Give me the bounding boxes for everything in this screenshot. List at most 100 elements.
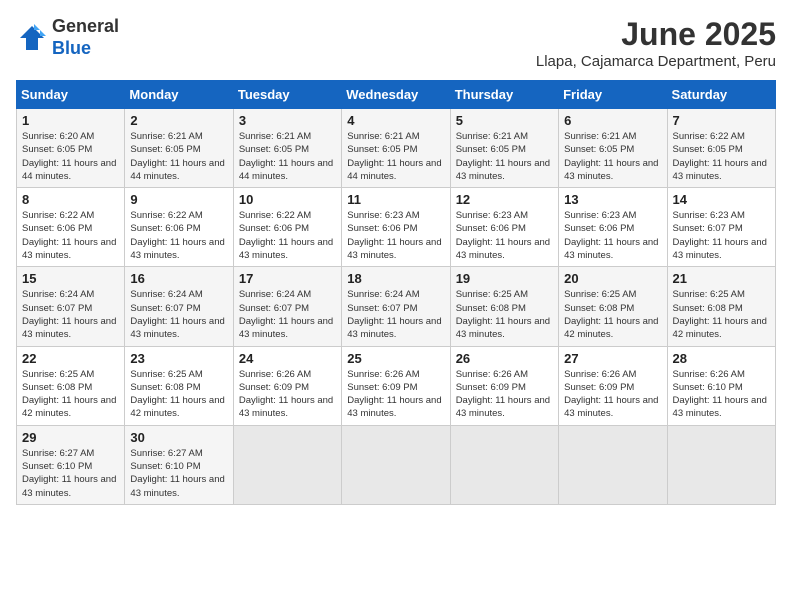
day-info: Sunrise: 6:26 AMSunset: 6:10 PMDaylight:… xyxy=(673,368,770,421)
day-info: Sunrise: 6:21 AMSunset: 6:05 PMDaylight:… xyxy=(456,130,553,183)
day-number: 13 xyxy=(564,192,661,207)
calendar-cell: 26 Sunrise: 6:26 AMSunset: 6:09 PMDayligh… xyxy=(450,346,558,425)
day-info: Sunrise: 6:24 AMSunset: 6:07 PMDaylight:… xyxy=(130,288,227,341)
day-info: Sunrise: 6:21 AMSunset: 6:05 PMDaylight:… xyxy=(130,130,227,183)
logo-blue: Blue xyxy=(52,38,91,58)
title-area: June 2025 Llapa, Cajamarca Department, P… xyxy=(536,16,776,70)
day-number: 18 xyxy=(347,271,444,286)
day-info: Sunrise: 6:25 AMSunset: 6:08 PMDaylight:… xyxy=(456,288,553,341)
calendar-cell: 29 Sunrise: 6:27 AMSunset: 6:10 PMDayligh… xyxy=(17,425,125,504)
calendar-cell xyxy=(342,425,450,504)
day-info: Sunrise: 6:22 AMSunset: 6:06 PMDaylight:… xyxy=(239,209,336,262)
calendar-cell: 13 Sunrise: 6:23 AMSunset: 6:06 PMDayligh… xyxy=(559,188,667,267)
logo: General Blue xyxy=(16,16,119,59)
day-info: Sunrise: 6:21 AMSunset: 6:05 PMDaylight:… xyxy=(239,130,336,183)
calendar-cell: 22Sunrise: 6:25 AMSunset: 6:08 PMDayligh… xyxy=(17,346,125,425)
calendar-cell: 17 Sunrise: 6:24 AMSunset: 6:07 PMDayligh… xyxy=(233,267,341,346)
calendar-cell: 10 Sunrise: 6:22 AMSunset: 6:06 PMDayligh… xyxy=(233,188,341,267)
logo-text: General Blue xyxy=(52,16,119,59)
day-number: 16 xyxy=(130,271,227,286)
location-title: Llapa, Cajamarca Department, Peru xyxy=(536,53,776,70)
weekday-header-row: SundayMondayTuesdayWednesdayThursdayFrid… xyxy=(17,81,776,109)
day-number: 3 xyxy=(239,113,336,128)
day-number: 20 xyxy=(564,271,661,286)
calendar-cell: 7 Sunrise: 6:22 AMSunset: 6:05 PMDaylight… xyxy=(667,109,775,188)
calendar-cell: 25Sunrise: 6:26 AMSunset: 6:09 PMDayligh… xyxy=(342,346,450,425)
day-number: 24 xyxy=(239,351,336,366)
day-number: 5 xyxy=(456,113,553,128)
day-number: 7 xyxy=(673,113,770,128)
day-number: 27 xyxy=(564,351,661,366)
day-number: 26 xyxy=(456,351,553,366)
day-info: Sunrise: 6:22 AMSunset: 6:06 PMDaylight:… xyxy=(22,209,119,262)
day-number: 30 xyxy=(130,430,227,445)
calendar-body: 1Sunrise: 6:20 AMSunset: 6:05 PMDaylight… xyxy=(17,109,776,505)
calendar-cell: 23 Sunrise: 6:25 AMSunset: 6:08 PMDayligh… xyxy=(125,346,233,425)
calendar-cell: 4 Sunrise: 6:21 AMSunset: 6:05 PMDaylight… xyxy=(342,109,450,188)
day-info: Sunrise: 6:26 AMSunset: 6:09 PMDaylight:… xyxy=(456,368,553,421)
day-number: 28 xyxy=(673,351,770,366)
day-number: 11 xyxy=(347,192,444,207)
calendar-week-row: 22Sunrise: 6:25 AMSunset: 6:08 PMDayligh… xyxy=(17,346,776,425)
calendar-week-row: 29 Sunrise: 6:27 AMSunset: 6:10 PMDayligh… xyxy=(17,425,776,504)
calendar-cell: 14Sunrise: 6:23 AMSunset: 6:07 PMDayligh… xyxy=(667,188,775,267)
day-info: Sunrise: 6:27 AMSunset: 6:10 PMDaylight:… xyxy=(130,447,227,500)
day-info: Sunrise: 6:23 AMSunset: 6:07 PMDaylight:… xyxy=(673,209,770,262)
calendar-cell: 21Sunrise: 6:25 AMSunset: 6:08 PMDayligh… xyxy=(667,267,775,346)
calendar-cell: 24 Sunrise: 6:26 AMSunset: 6:09 PMDayligh… xyxy=(233,346,341,425)
calendar-cell: 2 Sunrise: 6:21 AMSunset: 6:05 PMDaylight… xyxy=(125,109,233,188)
calendar-cell xyxy=(233,425,341,504)
calendar-cell xyxy=(667,425,775,504)
calendar-cell: 11 Sunrise: 6:23 AMSunset: 6:06 PMDayligh… xyxy=(342,188,450,267)
day-number: 21 xyxy=(673,271,770,286)
day-info: Sunrise: 6:26 AMSunset: 6:09 PMDaylight:… xyxy=(239,368,336,421)
calendar-table: SundayMondayTuesdayWednesdayThursdayFrid… xyxy=(16,80,776,505)
calendar-cell: 12 Sunrise: 6:23 AMSunset: 6:06 PMDayligh… xyxy=(450,188,558,267)
day-info: Sunrise: 6:23 AMSunset: 6:06 PMDaylight:… xyxy=(347,209,444,262)
day-number: 10 xyxy=(239,192,336,207)
day-number: 9 xyxy=(130,192,227,207)
day-info: Sunrise: 6:25 AMSunset: 6:08 PMDaylight:… xyxy=(130,368,227,421)
calendar-cell: 16 Sunrise: 6:24 AMSunset: 6:07 PMDayligh… xyxy=(125,267,233,346)
calendar-cell: 28 Sunrise: 6:26 AMSunset: 6:10 PMDayligh… xyxy=(667,346,775,425)
weekday-header-cell: Sunday xyxy=(17,81,125,109)
calendar-cell: 9 Sunrise: 6:22 AMSunset: 6:06 PMDaylight… xyxy=(125,188,233,267)
logo-icon xyxy=(16,22,48,54)
day-info: Sunrise: 6:23 AMSunset: 6:06 PMDaylight:… xyxy=(456,209,553,262)
day-number: 23 xyxy=(130,351,227,366)
weekday-header-cell: Saturday xyxy=(667,81,775,109)
calendar-cell xyxy=(450,425,558,504)
day-number: 29 xyxy=(22,430,119,445)
day-number: 6 xyxy=(564,113,661,128)
calendar-cell: 19Sunrise: 6:25 AMSunset: 6:08 PMDayligh… xyxy=(450,267,558,346)
weekday-header-cell: Friday xyxy=(559,81,667,109)
calendar-cell: 6Sunrise: 6:21 AMSunset: 6:05 PMDaylight… xyxy=(559,109,667,188)
month-title: June 2025 xyxy=(536,16,776,53)
day-info: Sunrise: 6:24 AMSunset: 6:07 PMDaylight:… xyxy=(22,288,119,341)
day-info: Sunrise: 6:23 AMSunset: 6:06 PMDaylight:… xyxy=(564,209,661,262)
day-info: Sunrise: 6:20 AMSunset: 6:05 PMDaylight:… xyxy=(22,130,119,183)
day-number: 17 xyxy=(239,271,336,286)
weekday-header-cell: Wednesday xyxy=(342,81,450,109)
day-info: Sunrise: 6:22 AMSunset: 6:06 PMDaylight:… xyxy=(130,209,227,262)
day-info: Sunrise: 6:24 AMSunset: 6:07 PMDaylight:… xyxy=(347,288,444,341)
day-number: 15 xyxy=(22,271,119,286)
weekday-header-cell: Tuesday xyxy=(233,81,341,109)
day-info: Sunrise: 6:21 AMSunset: 6:05 PMDaylight:… xyxy=(347,130,444,183)
day-info: Sunrise: 6:25 AMSunset: 6:08 PMDaylight:… xyxy=(22,368,119,421)
day-info: Sunrise: 6:22 AMSunset: 6:05 PMDaylight:… xyxy=(673,130,770,183)
calendar-cell: 18 Sunrise: 6:24 AMSunset: 6:07 PMDayligh… xyxy=(342,267,450,346)
day-number: 12 xyxy=(456,192,553,207)
day-info: Sunrise: 6:24 AMSunset: 6:07 PMDaylight:… xyxy=(239,288,336,341)
calendar-cell: 5 Sunrise: 6:21 AMSunset: 6:05 PMDaylight… xyxy=(450,109,558,188)
day-number: 8 xyxy=(22,192,119,207)
calendar-cell xyxy=(559,425,667,504)
calendar-cell: 15 Sunrise: 6:24 AMSunset: 6:07 PMDayligh… xyxy=(17,267,125,346)
day-info: Sunrise: 6:26 AMSunset: 6:09 PMDaylight:… xyxy=(564,368,661,421)
day-number: 4 xyxy=(347,113,444,128)
page-header: General Blue June 2025 Llapa, Cajamarca … xyxy=(16,16,776,70)
day-info: Sunrise: 6:27 AMSunset: 6:10 PMDaylight:… xyxy=(22,447,119,500)
calendar-cell: 1Sunrise: 6:20 AMSunset: 6:05 PMDaylight… xyxy=(17,109,125,188)
day-number: 2 xyxy=(130,113,227,128)
day-info: Sunrise: 6:26 AMSunset: 6:09 PMDaylight:… xyxy=(347,368,444,421)
